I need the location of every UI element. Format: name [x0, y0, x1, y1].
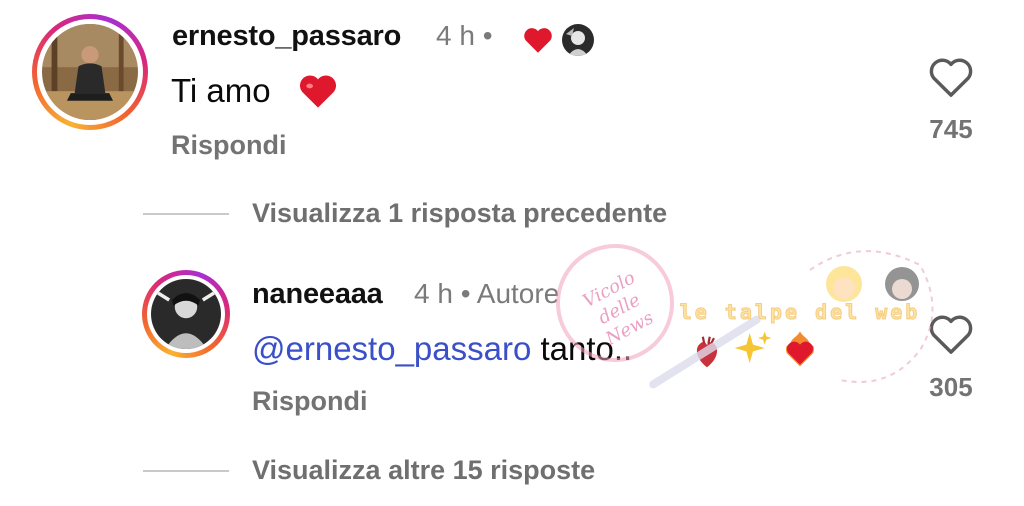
- thread-line: [143, 470, 229, 472]
- comment-text: Ti amo: [171, 72, 271, 109]
- watermark-banner: le talpe del web: [676, 300, 924, 326]
- watermark-cartoon-icon: [826, 266, 919, 302]
- reply-button[interactable]: Rispondi: [171, 130, 287, 161]
- comment-username[interactable]: naneeaaa: [252, 278, 383, 311]
- heart-on-fire-icon: [786, 331, 814, 367]
- meta-separator: •: [482, 20, 493, 51]
- thread-line: [143, 213, 229, 215]
- avatar-naneeaaa[interactable]: [142, 270, 230, 358]
- meta-separator: •: [460, 278, 471, 309]
- red-heart-icon: [524, 28, 552, 53]
- watermark-banner-text: le talpe del web: [679, 300, 921, 325]
- avatar-photo-icon: [42, 24, 138, 120]
- red-heart-emoji-icon: [299, 75, 337, 108]
- author-label: Autore: [476, 278, 560, 309]
- avatar-photo-icon: [151, 279, 221, 349]
- anatomical-heart-icon: [696, 336, 718, 368]
- like-count: 305: [929, 372, 973, 402]
- watermark-dashed-path-icon: [809, 250, 934, 383]
- sparkles-icon: [734, 331, 772, 363]
- comment-time: 4 h: [414, 278, 453, 309]
- avatar-ernesto[interactable]: [32, 14, 148, 130]
- reply-button[interactable]: Rispondi: [252, 386, 368, 417]
- comment-meta: 4 h • Autore: [414, 278, 559, 310]
- view-more-replies-button[interactable]: Visualizza altre 15 risposte: [252, 455, 595, 486]
- comment-text: @ernesto_passaro tanto..: [252, 330, 633, 367]
- author-like-avatar: [562, 24, 594, 56]
- comments-screen: ernesto_passaro 4 h • Ti amo Rispondi 74…: [0, 0, 1024, 506]
- comment-meta: 4 h •: [436, 20, 493, 52]
- like-count: 745: [929, 114, 973, 144]
- comment-time: 4 h: [436, 20, 475, 51]
- view-previous-replies-button[interactable]: Visualizza 1 risposta precedente: [252, 198, 667, 229]
- like-heart-icon[interactable]: [928, 313, 974, 355]
- mention-link[interactable]: @ernesto_passaro: [252, 330, 531, 367]
- comment-username[interactable]: ernesto_passaro: [172, 20, 401, 53]
- like-heart-icon[interactable]: [928, 56, 974, 98]
